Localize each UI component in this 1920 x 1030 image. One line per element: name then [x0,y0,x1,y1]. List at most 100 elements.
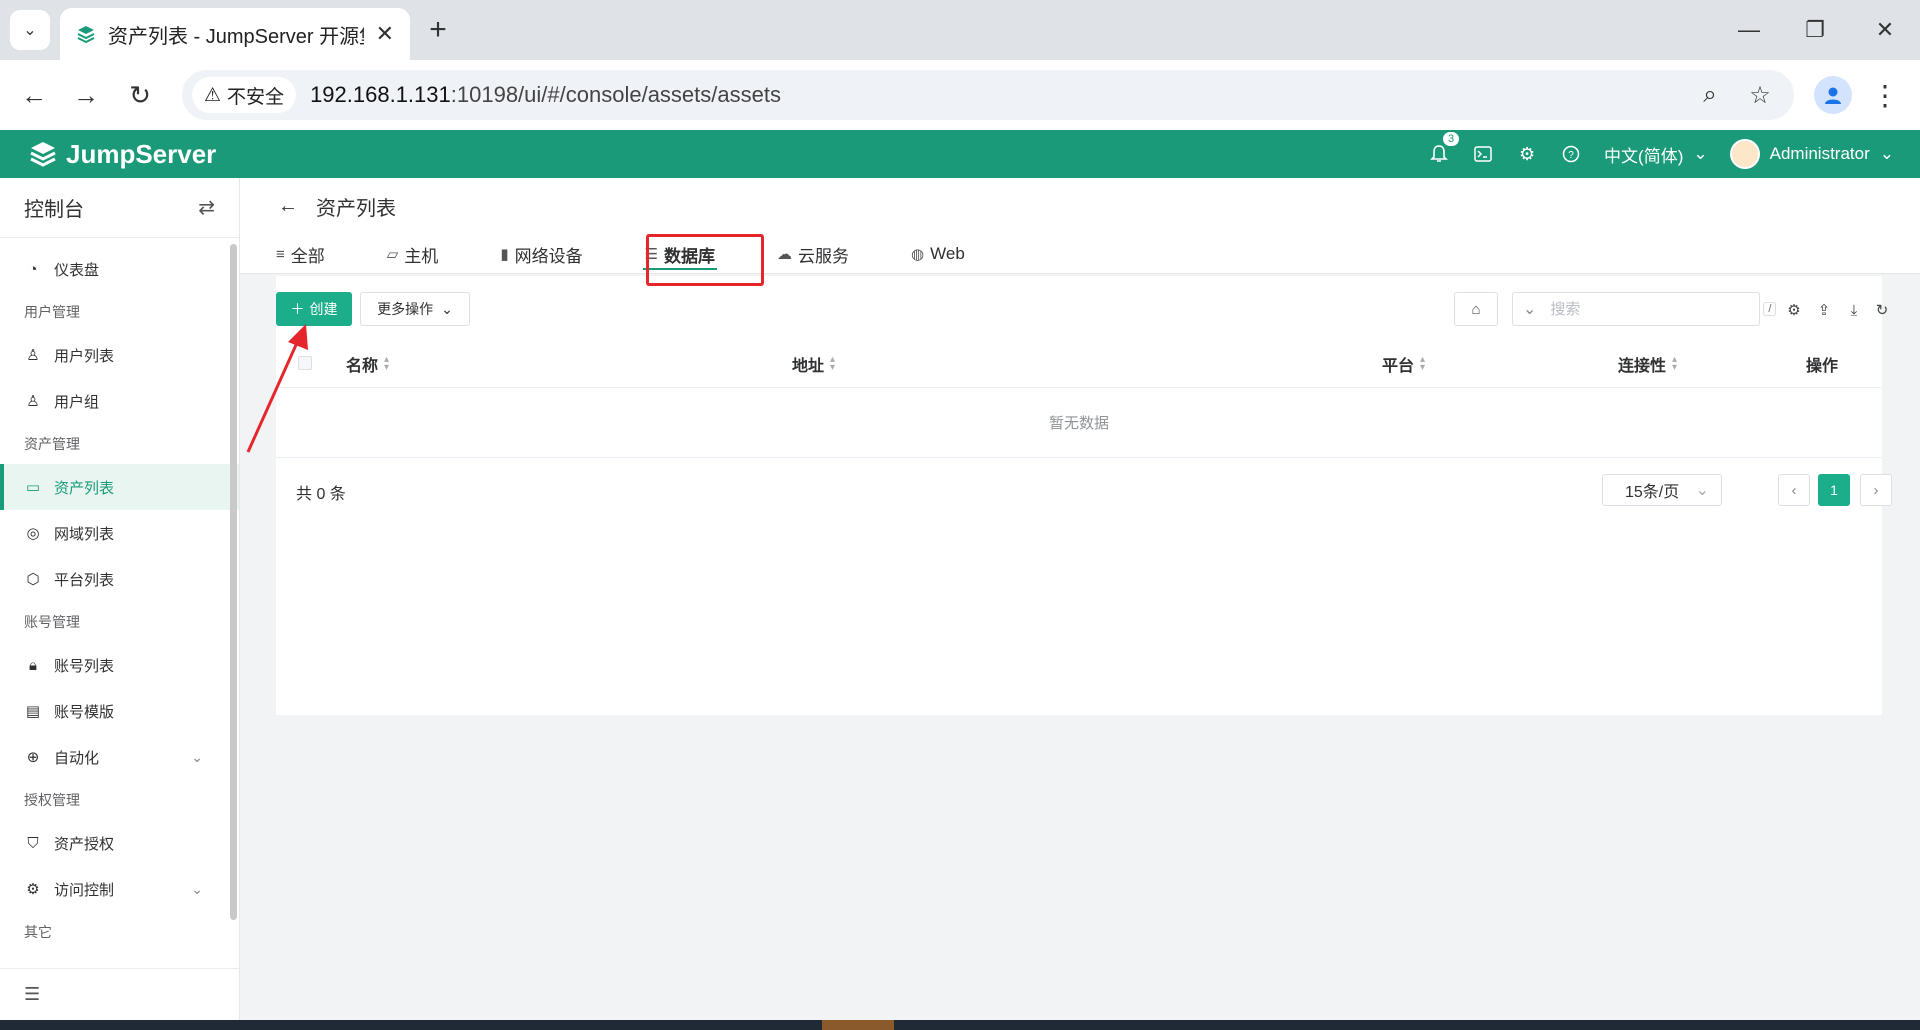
sidebar-item-user-group[interactable]: ♙ 用户组 [0,378,239,424]
help-icon[interactable]: ? [1560,143,1582,165]
column-settings-icon[interactable]: ⚙ [1784,300,1804,320]
sidebar-item-label: 资产列表 [54,479,115,497]
warning-icon: ⚠ [204,84,222,106]
column-header-address[interactable]: 地址 ▴ ▾ [792,352,835,376]
new-tab-button[interactable]: + [420,12,456,48]
column-header-platform[interactable]: 平台 ▴ ▾ [1382,352,1425,376]
sidebar-item-account-list[interactable]: 🔒︎ 账号列表 [0,642,239,688]
column-header-connectivity[interactable]: 连接性 ▴ ▾ [1618,352,1677,376]
annotation-highlight-box [646,234,764,286]
url-text[interactable]: 192.168.1.131:10198/ui/#/console/assets/… [310,82,781,108]
tab-label: 网络设备 [514,246,583,266]
tab-web[interactable]: ◍ Web [911,236,965,272]
taskbar-app[interactable] [822,1020,894,1030]
column-header-name[interactable]: 名称 ▴ ▾ [346,352,389,376]
tab-all[interactable]: ≡ 全部 [276,236,325,272]
create-label: 创建 [309,301,338,317]
chevron-down-icon: ⌄ [191,880,203,897]
browser-tab[interactable]: 资产列表 - JumpServer 开源堡垒机 ✕ [60,8,410,60]
chevron-down-icon: ⌄ [1879,144,1894,163]
chevron-down-icon[interactable]: ⌄ [1523,299,1536,319]
sidebar-item-asset-permission[interactable]: ⛉ 资产授权 [0,820,239,866]
close-icon[interactable]: ✕ [376,21,394,47]
page-title: 资产列表 [316,198,396,220]
tag-icon: ⌂ [1471,300,1481,318]
brand-logo[interactable]: JumpServer [28,139,216,170]
tab-search-button[interactable]: ⌄ [10,10,50,50]
sidebar-group-accounts: 账号管理 [24,614,80,630]
prev-page-button[interactable]: ‹ [1778,474,1810,506]
next-page-button[interactable]: › [1860,474,1892,506]
tab-label: Web [930,244,965,263]
sidebar-item-access-control[interactable]: ⚙ 访问控制 ⌄ [0,866,239,912]
current-page[interactable]: 1 [1818,474,1850,506]
tab-host[interactable]: ▱ 主机 [387,236,439,272]
zoom-icon[interactable]: ⌕ [1692,77,1728,113]
globe-icon: ◍ [911,246,925,263]
minimize-icon[interactable]: — [1724,12,1774,48]
sidebar-item-label: 账号模版 [54,703,115,721]
cube-icon: ⬡ [26,571,40,588]
sort-icon: ▴ ▾ [830,353,836,373]
forward-icon[interactable]: → [66,75,106,115]
jumpserver-logo-icon [30,142,56,167]
sidebar: 控制台 ⇄ ◔ 仪表盘 用户管理 ♙ 用户列表 ♙ 用户组 资产管理 ▭ 资产列… [0,178,240,1020]
tab-network-device[interactable]: ▮ 网络设备 [500,236,582,272]
switch-view-icon[interactable]: ⇄ [198,195,215,220]
import-icon[interactable]: ⤓ [1844,300,1864,320]
jumpserver-favicon-icon [77,26,95,44]
profile-icon[interactable] [1814,76,1852,114]
sidebar-item-label: 仪表盘 [54,261,100,279]
sidebar-item-platform-list[interactable]: ⬡ 平台列表 [0,556,239,602]
tab-cloud[interactable]: ☁ 云服务 [777,236,849,272]
shield-icon: ⛉ [27,834,39,852]
dashboard-icon: ◔ [28,260,38,278]
more-actions-button[interactable]: 更多操作 ⌄ [360,292,470,326]
window-close-icon[interactable]: ✕ [1860,12,1910,48]
chevron-down-icon: ⌄ [1695,482,1709,499]
chevron-down-icon: ⌄ [441,300,453,317]
os-taskbar [0,1020,1920,1030]
sidebar-item-dashboard[interactable]: ◔ 仪表盘 [0,246,239,292]
reload-icon[interactable]: ↻ [120,75,160,115]
security-indicator[interactable]: ⚠ 不安全 [192,77,297,113]
sidebar-scrollbar[interactable] [230,244,237,920]
sidebar-item-zone-list[interactable]: ◎ 网域列表 [0,510,239,556]
asset-table-card: ＋ 创建 更多操作 ⌄ ⌂ ⌄ / ⚙ ⇪ ⤓ ↻ 名称 ▴▾ [276,276,1892,715]
search-input[interactable] [1550,300,1750,318]
lock-icon: 🔒︎ [29,656,37,674]
column-label: 名称 [346,357,379,375]
tag-filter-button[interactable]: ⌂ [1454,292,1498,326]
browser-menu-icon[interactable]: ⋮ [1870,78,1900,112]
page-size-label: 15条/页 [1625,484,1680,501]
user-menu[interactable]: Administrator ⌄ [1729,139,1894,169]
sidebar-item-account-template[interactable]: ▤ 账号模版 [0,688,239,734]
terminal-icon[interactable] [1472,143,1494,165]
address-bar[interactable]: ⚠ 不安全 192.168.1.131:10198/ui/#/console/a… [182,70,1794,120]
tab-label: 云服务 [798,246,850,266]
template-icon: ▤ [25,703,41,720]
collapse-sidebar-icon[interactable]: ☰ [0,968,240,1020]
total-count: 共 0 条 [296,486,346,503]
url-path: :10198/ui/#/console/assets/assets [450,82,781,107]
sidebar-item-automation[interactable]: ⊕ 自动化 ⌄ [0,734,239,780]
restore-icon[interactable]: ❐ [1790,12,1840,48]
export-icon[interactable]: ⇪ [1814,300,1834,320]
chevron-down-icon: ⌄ [191,748,203,765]
browser-tab-title: 资产列表 - JumpServer 开源堡垒机 [108,25,364,48]
back-arrow-icon[interactable]: ← [278,195,298,218]
sidebar-group-assets: 资产管理 [24,436,80,452]
bookmark-star-icon[interactable]: ☆ [1742,77,1778,113]
settings-icon[interactable]: ⚙ [1516,143,1538,165]
back-icon[interactable]: ← [14,75,54,115]
sidebar-item-asset-list[interactable]: ▭ 资产列表 [0,464,239,510]
refresh-icon[interactable]: ↻ [1872,300,1892,320]
chevron-down-icon: ⌄ [1693,144,1708,163]
sidebar-item-user-list[interactable]: ♙ 用户列表 [0,332,239,378]
bell-icon[interactable]: 3 [1428,131,1461,165]
monitor-icon: ▭ [25,479,41,496]
page-header: ← 资产列表 ≡ 全部 ▱ 主机 ▮ 网络设备 ☰ 数据库 ☁ 云服务 ◍ We… [240,178,1920,274]
language-selector[interactable]: 中文(简体) ⌄ [1604,142,1708,167]
sort-icon: ▴ ▾ [384,353,390,373]
page-size-select[interactable]: 15条/页 ⌄ [1602,474,1722,506]
